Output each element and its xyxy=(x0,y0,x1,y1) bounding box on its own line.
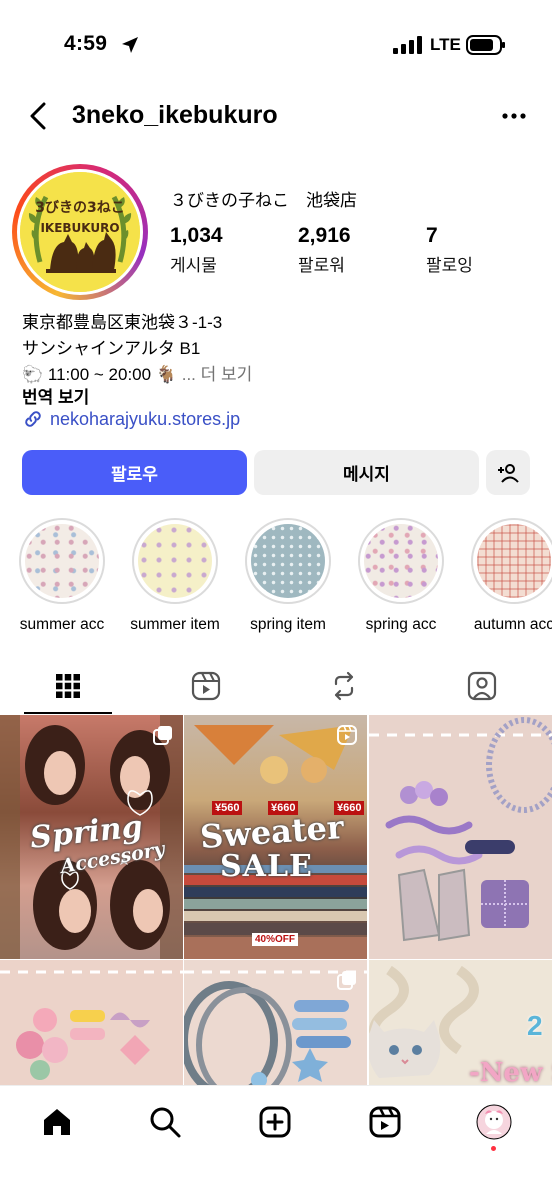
followers-count-label: 팔로워 xyxy=(298,256,345,275)
profile-website-link[interactable]: nekoharajyuku.stores.jp xyxy=(22,408,240,430)
search-icon xyxy=(150,1107,181,1138)
profile-tabs xyxy=(0,660,552,714)
bio-line-address: 東京都豊島区東池袋３-1-3 xyxy=(22,313,223,332)
post-discount-tag: 40%OFF xyxy=(252,933,299,946)
network-type: LTE xyxy=(430,35,461,54)
reels-icon xyxy=(191,671,221,701)
highlight-cover xyxy=(477,524,551,598)
post-thumbnail[interactable] xyxy=(184,960,367,1085)
add-person-icon xyxy=(498,463,519,483)
grid-icon xyxy=(56,674,80,698)
carousel-icon xyxy=(153,726,172,745)
posts-grid: Spring Accessory ¥560 ¥660 ¥660 Sweater … xyxy=(0,715,552,1085)
display-name: ３びきの子ねこ 池袋店 xyxy=(170,191,357,210)
location-arrow-icon xyxy=(122,37,138,53)
post-caption-text: 2 xyxy=(527,1010,543,1041)
highlight-label: spring item xyxy=(250,616,326,633)
highlight-cover xyxy=(25,524,99,598)
cellular-signal-icon xyxy=(393,36,422,54)
battery-icon xyxy=(466,35,505,55)
avatar-top-text: 3びきの3ねこ xyxy=(35,200,124,216)
follow-button[interactable]: 팔로우 xyxy=(22,450,247,495)
more-options-icon[interactable] xyxy=(500,104,528,128)
highlight-label: summer acc xyxy=(19,616,105,633)
profile-header: 3neko_ikebukuro xyxy=(0,92,552,140)
posts-count-value: 1,034 xyxy=(170,224,223,247)
following-count-label: 팔로잉 xyxy=(426,256,473,275)
nav-profile[interactable] xyxy=(474,1102,514,1142)
story-highlight[interactable]: summer acc xyxy=(14,518,110,634)
posts-count[interactable]: 1,034 게시물 xyxy=(170,224,223,276)
suggested-users-button[interactable] xyxy=(486,450,530,495)
story-highlight[interactable]: spring item xyxy=(240,518,336,634)
profile-bio: 東京都豊島区東池袋３-1-3 サンシャインアルタ B1 🐑 11:00 ~ 20… xyxy=(22,310,252,388)
post-thumbnail[interactable]: Spring Accessory xyxy=(0,715,183,959)
reel-icon xyxy=(337,725,357,745)
bio-hours-text: 🐑 11:00 ~ 20:00 🐐 xyxy=(22,365,177,384)
nav-search[interactable] xyxy=(145,1102,185,1142)
followers-count-value: 2,916 xyxy=(298,224,351,247)
story-highlight[interactable]: summer item xyxy=(127,518,223,634)
profile-username: 3neko_ikebukuro xyxy=(72,101,278,129)
highlight-label: spring acc xyxy=(365,616,437,633)
reels-icon xyxy=(369,1106,401,1138)
link-icon xyxy=(25,411,41,427)
highlight-cover xyxy=(364,524,438,598)
posts-count-label: 게시물 xyxy=(170,256,217,275)
following-count-value: 7 xyxy=(426,224,438,247)
nav-create[interactable] xyxy=(255,1102,295,1142)
post-thumbnail[interactable]: ¥560 ¥660 ¥660 Sweater SALE 40%OFF xyxy=(184,715,367,959)
highlight-cover xyxy=(251,524,325,598)
tab-posts-grid[interactable] xyxy=(38,660,98,712)
bio-line-building: サンシャインアルタ B1 xyxy=(22,339,201,358)
profile-avatar-icon xyxy=(476,1104,512,1140)
add-post-icon xyxy=(259,1106,291,1138)
notification-dot xyxy=(491,1146,496,1151)
repost-icon xyxy=(334,671,354,701)
followers-count[interactable]: 2,916 팔로워 xyxy=(298,224,351,276)
post-price-tag: ¥560 xyxy=(212,801,243,815)
tagged-person-icon xyxy=(467,671,497,701)
home-icon xyxy=(44,1109,70,1135)
tab-reels[interactable] xyxy=(176,660,236,712)
tab-reposts[interactable] xyxy=(314,660,374,712)
highlight-cover xyxy=(138,524,212,598)
profile-avatar[interactable]: 3びきの3ねこ IKEBUKURO xyxy=(12,164,148,300)
following-count[interactable]: 7 팔로잉 xyxy=(426,224,473,276)
highlight-label: summer item xyxy=(130,616,220,633)
post-thumbnail[interactable]: 2 -New S xyxy=(369,960,552,1085)
post-thumbnail[interactable] xyxy=(369,715,552,959)
back-arrow-icon[interactable] xyxy=(26,100,52,132)
tab-tagged[interactable] xyxy=(452,660,512,712)
post-caption-text: SALE xyxy=(220,849,313,884)
highlight-label: autumn acc xyxy=(473,616,552,633)
story-highlight[interactable]: spring acc xyxy=(353,518,449,634)
status-bar: 4:59 LTE xyxy=(0,0,552,90)
status-time: 4:59 xyxy=(64,32,108,55)
carousel-icon xyxy=(337,971,356,990)
post-caption-text: -New S xyxy=(469,1058,552,1085)
message-button[interactable]: 메시지 xyxy=(254,450,479,495)
active-tab-indicator xyxy=(24,712,112,714)
avatar-bottom-text: IKEBUKURO xyxy=(40,221,119,235)
post-thumbnail[interactable] xyxy=(0,960,183,1085)
nav-reels[interactable] xyxy=(365,1102,405,1142)
website-link-text: nekoharajyuku.stores.jp xyxy=(50,408,241,429)
nav-home[interactable] xyxy=(37,1102,77,1142)
translate-link[interactable]: 번역 보기 xyxy=(22,383,89,408)
story-highlight[interactable]: autumn acc xyxy=(466,518,552,634)
bio-more-link[interactable]: ... 더 보기 xyxy=(182,365,253,384)
bottom-navigation xyxy=(0,1085,552,1200)
avatar-image: 3びきの3ねこ IKEBUKURO xyxy=(20,172,140,292)
